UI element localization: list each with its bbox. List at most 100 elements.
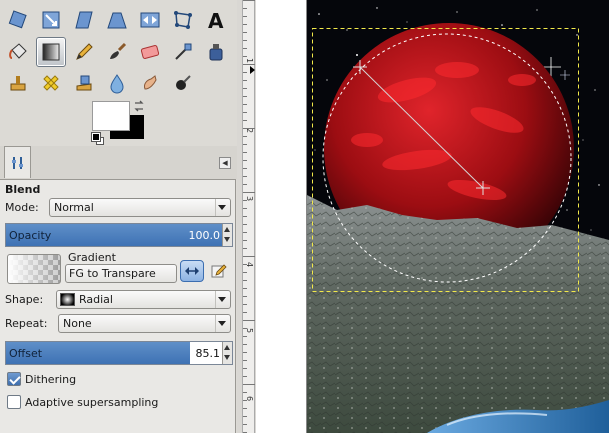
- swap-colors-icon[interactable]: [132, 99, 146, 113]
- tool-row-2: [0, 37, 237, 70]
- scale-tool-button[interactable]: [36, 5, 66, 35]
- shear-tool-icon: [75, 11, 93, 29]
- shear-tool-button[interactable]: [69, 5, 99, 35]
- dithering-label: Dithering: [25, 373, 77, 386]
- ruler-tick: [243, 88, 247, 89]
- ruler-tick: [243, 424, 247, 425]
- ink-tool-button[interactable]: [201, 37, 231, 67]
- tool-options-title: Blend: [5, 183, 41, 196]
- repeat-dropdown[interactable]: None: [58, 314, 231, 333]
- gradient-name-field[interactable]: FG to Transpare: [65, 264, 177, 283]
- down-arrow-icon: [224, 237, 230, 242]
- ruler-tick: [243, 192, 255, 193]
- opacity-stepper[interactable]: [222, 224, 232, 246]
- repeat-value: None: [63, 317, 92, 330]
- airbrush-tool-icon: [175, 43, 192, 60]
- ruler-tick: [243, 400, 247, 401]
- offset-label: Offset: [9, 347, 43, 360]
- ruler-tick: [243, 64, 255, 65]
- blur-tool-button[interactable]: [102, 68, 132, 98]
- ruler-tick: [243, 368, 247, 369]
- ruler-tick: [243, 384, 255, 385]
- ruler-tick: [243, 48, 247, 49]
- opacity-label: Opacity: [9, 229, 52, 242]
- offset-spinscale[interactable]: Offset 85.1: [5, 341, 233, 365]
- ruler-tick: [243, 184, 247, 185]
- ruler-tick: [243, 16, 247, 17]
- smudge-tool-button[interactable]: [135, 68, 165, 98]
- color-area: [88, 97, 152, 145]
- ink-tool-icon: [209, 44, 223, 61]
- perspective-clone-tool-icon: [76, 75, 92, 91]
- ruler-tick: [243, 24, 247, 25]
- image-canvas[interactable]: [307, 0, 609, 433]
- mode-dropdown[interactable]: Normal: [49, 198, 231, 217]
- ruler-tick: [243, 296, 247, 297]
- ruler-tick: [243, 104, 247, 105]
- ruler-tick: [243, 376, 247, 377]
- ruler-tick: [243, 280, 247, 281]
- pencil-tool-button[interactable]: [69, 37, 99, 67]
- flip-tool-icon: [140, 12, 160, 28]
- shape-value: Radial: [79, 293, 113, 306]
- blend-tool-icon: [42, 43, 60, 61]
- ruler-tick: [243, 256, 255, 257]
- bucket-fill-tool-button[interactable]: [3, 37, 33, 67]
- pencil-tool-icon: [76, 43, 93, 60]
- shape-dropdown[interactable]: Radial: [56, 290, 231, 309]
- foreground-color-swatch[interactable]: [92, 101, 130, 131]
- ruler-tick: [243, 168, 247, 169]
- ruler-tick: [243, 320, 255, 321]
- toolbox-panel: A ◀ Blend Mode: Normal Opacity 100.0 Gra…: [0, 0, 237, 433]
- chevron-down-icon: [215, 199, 227, 216]
- perspective-clone-tool-button[interactable]: [69, 68, 99, 98]
- mode-label: Mode:: [5, 201, 39, 214]
- ruler-tick: [243, 224, 247, 225]
- offset-stepper[interactable]: [222, 342, 232, 364]
- cage-transform-tool-button[interactable]: [168, 5, 198, 35]
- ruler-tick: [243, 120, 247, 121]
- up-arrow-icon: [224, 227, 230, 232]
- flip-tool-button[interactable]: [135, 5, 165, 35]
- ruler-tick: [243, 112, 247, 113]
- rotate-tool-button[interactable]: [3, 5, 33, 35]
- opacity-spinscale[interactable]: Opacity 100.0: [5, 223, 233, 247]
- eraser-tool-button[interactable]: [135, 37, 165, 67]
- dithering-checkbox[interactable]: [7, 372, 21, 386]
- ruler-tick: [243, 272, 247, 273]
- ruler-tick: [243, 40, 247, 41]
- dock-menu-button[interactable]: ◀: [219, 157, 231, 169]
- gradient-preview-button[interactable]: [7, 254, 61, 284]
- text-tool-icon: A: [208, 9, 224, 31]
- paintbrush-tool-button[interactable]: [102, 37, 132, 67]
- perspective-tool-button[interactable]: [102, 5, 132, 35]
- tool-options-panel: Blend Mode: Normal Opacity 100.0 Gradien…: [0, 179, 236, 433]
- reverse-gradient-button[interactable]: [180, 260, 204, 282]
- ruler-tick: [243, 408, 247, 409]
- edit-gradient-button[interactable]: [210, 262, 228, 280]
- ruler-tick: [243, 304, 247, 305]
- canvas-artwork: [307, 0, 609, 433]
- adaptive-supersampling-checkbox[interactable]: [7, 395, 21, 409]
- radial-shape-icon: [60, 293, 75, 306]
- blur-tool-icon: [110, 74, 124, 94]
- clone-tool-button[interactable]: [3, 68, 33, 98]
- dodge-burn-tool-button[interactable]: [168, 68, 198, 98]
- reverse-arrows-icon: [185, 267, 199, 275]
- blend-tool-button[interactable]: [36, 37, 66, 67]
- bucket-fill-tool-icon: [9, 43, 27, 59]
- smudge-tool-icon: [144, 75, 157, 90]
- default-colors-button[interactable]: [91, 132, 101, 142]
- airbrush-tool-button[interactable]: [168, 37, 198, 67]
- ruler-tick: [243, 416, 247, 417]
- ruler-tick: [243, 264, 247, 265]
- ruler-tick: [243, 128, 255, 129]
- ruler-tick: [243, 288, 247, 289]
- ruler-tick: [243, 248, 247, 249]
- ruler-tick: [243, 312, 247, 313]
- shape-label: Shape:: [5, 293, 44, 306]
- vertical-ruler[interactable]: 1 2 3 4 5 6: [242, 0, 255, 433]
- heal-tool-button[interactable]: [36, 68, 66, 98]
- tool-options-tab[interactable]: [4, 146, 31, 178]
- text-tool-button[interactable]: A: [201, 5, 231, 35]
